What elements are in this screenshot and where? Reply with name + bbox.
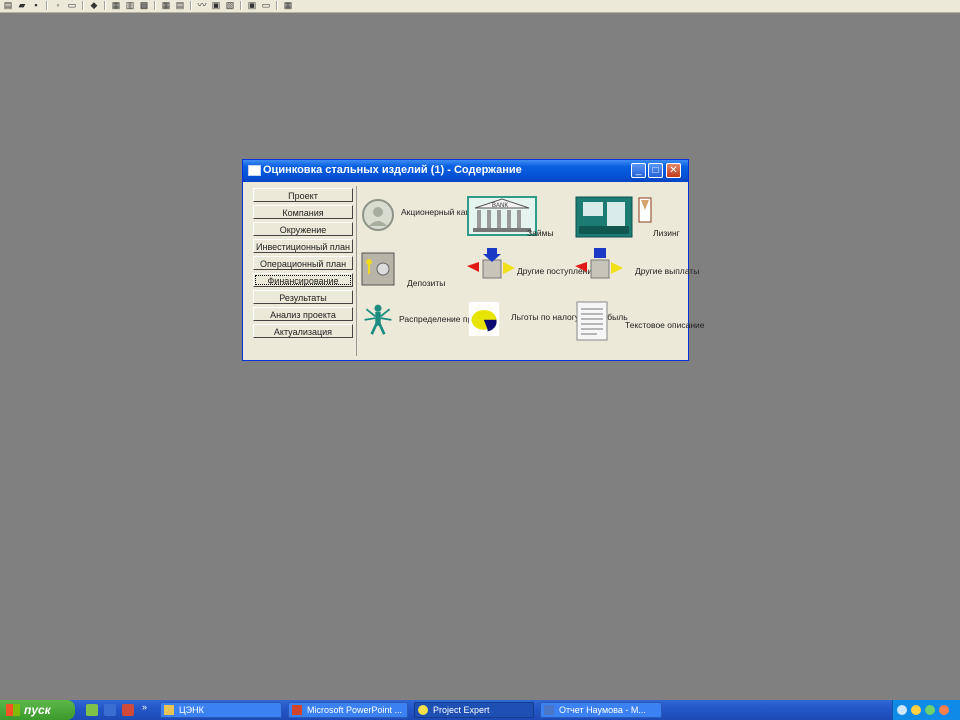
- word-icon: [544, 705, 554, 715]
- toolbar-separator: [276, 1, 278, 10]
- open-folder-icon[interactable]: ▰: [16, 0, 28, 11]
- task-button-word[interactable]: Отчет Наумова - M...: [540, 702, 662, 718]
- maximize-button[interactable]: □: [648, 163, 663, 178]
- inflow-arrows-icon: [467, 248, 515, 279]
- quicklaunch-media-icon[interactable]: [122, 704, 134, 716]
- calculator-icon[interactable]: ▦: [282, 0, 294, 11]
- chart-icon[interactable]: ▥: [124, 0, 136, 11]
- minimize-button[interactable]: _: [631, 163, 646, 178]
- save-icon[interactable]: ▪: [30, 0, 42, 11]
- document-icon[interactable]: ▣: [210, 0, 222, 11]
- content-dialog: Оцинковка стальных изделий (1) - Содержа…: [242, 159, 705, 361]
- nav-item-investment-plan[interactable]: Инвестиционный план: [253, 239, 353, 253]
- nav-item-project-analysis[interactable]: Анализ проекта: [253, 307, 353, 321]
- dialog-title: Оцинковка стальных изделий (1) - Содержа…: [263, 164, 522, 176]
- start-button[interactable]: пуск: [0, 700, 75, 720]
- network-icon[interactable]: [897, 705, 907, 715]
- nav-item-environment[interactable]: Окружение: [253, 222, 353, 236]
- system-tray: [892, 700, 960, 720]
- window-icon: [248, 165, 261, 176]
- lease-machine-icon: [575, 196, 652, 238]
- security-icon[interactable]: [911, 705, 921, 715]
- app-toolbar: ▤ ▰ ▪ ◦ ▭ ◆ ▦ ▥ ▩ ▦ ▤ 〰 ▣ ▧ ▣ ▭ ▦: [0, 0, 960, 13]
- report-icon[interactable]: ▤: [174, 0, 186, 11]
- toolbar-separator: [190, 1, 192, 10]
- print-icon[interactable]: ▭: [66, 0, 78, 11]
- table-icon[interactable]: ▦: [110, 0, 122, 11]
- powerpoint-icon: [292, 705, 302, 715]
- quicklaunch-chevron-icon[interactable]: »: [142, 702, 150, 714]
- blank-icon[interactable]: ▭: [260, 0, 272, 11]
- language-icon[interactable]: [939, 705, 949, 715]
- multi-arm-figure-icon: [364, 304, 392, 335]
- nav-item-financing[interactable]: Финансирование: [253, 273, 353, 287]
- svg-text:BANK: BANK: [492, 203, 508, 209]
- task-button-folder[interactable]: ЦЭНК: [160, 702, 282, 718]
- toolbar-separator: [82, 1, 84, 10]
- volume-icon[interactable]: [925, 705, 935, 715]
- task-button-powerpoint[interactable]: Microsoft PowerPoint ...: [288, 702, 408, 718]
- financing-content: Акционерный капитал BANK Займы Лизинг Де…: [356, 186, 705, 356]
- pie-chart-icon: [468, 302, 500, 336]
- loans-label: Займы: [527, 228, 554, 238]
- task-label: Отчет Наумова - M...: [559, 705, 646, 715]
- nav-item-actualization[interactable]: Актуализация: [253, 324, 353, 338]
- zoom-icon[interactable]: ◦: [52, 0, 64, 11]
- quicklaunch-desktop-icon[interactable]: [104, 704, 116, 716]
- nav-item-operating-plan[interactable]: Операционный план: [253, 256, 353, 270]
- other-payments-label: Другие выплаты: [635, 266, 700, 276]
- task-label: ЦЭНК: [179, 705, 204, 715]
- outflow-arrows-icon: [575, 248, 623, 279]
- bulb-icon: [418, 705, 428, 715]
- toolbar-separator: [104, 1, 106, 10]
- deposits-label: Депозиты: [407, 278, 446, 288]
- profit-tax-benefits-label: Льготы по налогу на прибыль: [511, 312, 628, 322]
- quicklaunch-browser-icon[interactable]: [86, 704, 98, 716]
- new-file-icon[interactable]: ▤: [2, 0, 14, 11]
- task-button-project-expert[interactable]: Project Expert: [414, 702, 534, 718]
- line-chart-icon[interactable]: 〰: [196, 0, 208, 11]
- nav-item-results[interactable]: Результаты: [253, 290, 353, 304]
- folder-icon: [164, 705, 174, 715]
- nav-item-company[interactable]: Компания: [253, 205, 353, 219]
- toolbar-separator: [154, 1, 156, 10]
- nav-item-project[interactable]: Проект: [253, 188, 353, 202]
- coin-portrait-icon: [362, 199, 394, 231]
- text-description-label: Текстовое описание: [625, 320, 705, 330]
- share-capital-label: Акционерный капитал: [401, 207, 489, 217]
- task-label: Microsoft PowerPoint ...: [307, 705, 403, 715]
- window-icon[interactable]: ▣: [246, 0, 258, 11]
- dialog-titlebar[interactable]: Оцинковка стальных изделий (1) - Содержа…: [243, 160, 688, 182]
- task-label: Project Expert: [433, 705, 490, 715]
- grid-icon[interactable]: ▦: [160, 0, 172, 11]
- start-label: пуск: [24, 703, 51, 717]
- toolbar-separator: [46, 1, 48, 10]
- profit-distribution-label: Распределение прибыли: [399, 314, 498, 324]
- other-inflows-label: Другие поступления: [517, 266, 597, 276]
- taskbar: пуск » ЦЭНК Microsoft PowerPoint ... Pro…: [0, 700, 960, 720]
- safe-keys-icon: [361, 252, 395, 286]
- leasing-label: Лизинг: [653, 228, 680, 238]
- toolbar-separator: [240, 1, 242, 10]
- text-document-icon: [576, 301, 608, 341]
- close-button[interactable]: ✕: [666, 163, 681, 178]
- calendar-icon[interactable]: ▩: [138, 0, 150, 11]
- edit-icon[interactable]: ▧: [224, 0, 236, 11]
- export-icon[interactable]: ◆: [88, 0, 100, 11]
- windows-logo-icon: [6, 704, 20, 716]
